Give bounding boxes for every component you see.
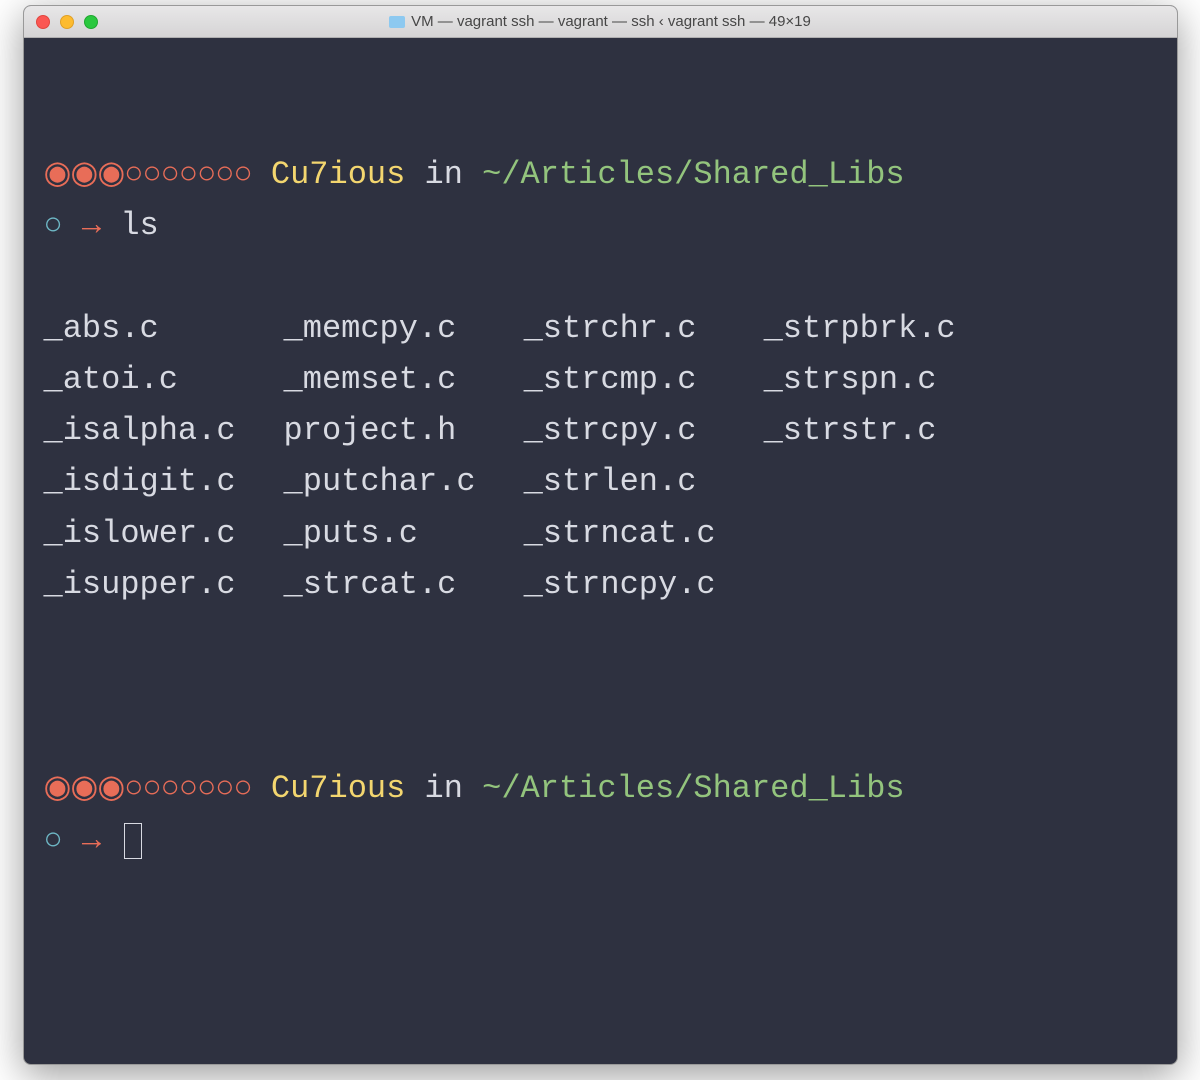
prompt-in: in [425, 156, 463, 193]
minimize-button[interactable] [60, 15, 74, 29]
maximize-button[interactable] [84, 15, 98, 29]
prompt-path: ~/Articles/Shared_Libs [482, 156, 904, 193]
list-item: _strpbrk.c [764, 303, 956, 354]
list-item: _isupper.c [44, 559, 236, 610]
window-title: VM — vagrant ssh — vagrant — ssh ‹ vagra… [24, 13, 1177, 30]
list-item: _strcat.c [284, 559, 476, 610]
list-item: _puts.c [284, 508, 476, 559]
list-item: _islower.c [44, 508, 236, 559]
list-item: _strspn.c [764, 354, 956, 405]
close-button[interactable] [36, 15, 50, 29]
list-item [764, 559, 956, 610]
folder-icon [389, 16, 405, 28]
list-item: _strncpy.c [524, 559, 716, 610]
list-item: _abs.c [44, 303, 236, 354]
prompt-line-1: ◉◉◉○○○○○○○ Cu7ious in ~/Articles/Shared_… [44, 149, 1157, 251]
window-title-text: VM — vagrant ssh — vagrant — ssh ‹ vagra… [411, 13, 811, 30]
prompt-bullets: ◉◉◉○○○○○○○ [44, 149, 252, 200]
blank-line [44, 661, 1157, 712]
prompt-user: Cu7ious [271, 770, 405, 807]
list-item: _memcpy.c [284, 303, 476, 354]
list-item: _memset.c [284, 354, 476, 405]
list-item: _strncat.c [524, 508, 716, 559]
list-item: project.h [284, 405, 476, 456]
prompt-path: ~/Articles/Shared_Libs [482, 770, 904, 807]
prompt-status-icon: ○ [44, 207, 63, 244]
list-item: _strcpy.c [524, 405, 716, 456]
prompt-user: Cu7ious [271, 156, 405, 193]
list-item [764, 508, 956, 559]
list-item: _atoi.c [44, 354, 236, 405]
terminal-window: VM — vagrant ssh — vagrant — ssh ‹ vagra… [23, 5, 1178, 1065]
prompt-arrow-icon: → [82, 207, 101, 244]
prompt-arrow-icon: → [82, 822, 101, 859]
traffic-lights [36, 15, 98, 29]
list-item: _strlen.c [524, 456, 716, 507]
list-item: _putchar.c [284, 456, 476, 507]
list-item: _isdigit.c [44, 456, 236, 507]
list-item: _strstr.c [764, 405, 956, 456]
prompt-line-2: ◉◉◉○○○○○○○ Cu7ious in ~/Articles/Shared_… [44, 763, 1157, 865]
prompt-bullets: ◉◉◉○○○○○○○ [44, 763, 252, 814]
list-item: _strchr.c [524, 303, 716, 354]
terminal-content[interactable]: ◉◉◉○○○○○○○ Cu7ious in ~/Articles/Shared_… [24, 38, 1177, 988]
prompt-status-icon: ○ [44, 822, 63, 859]
list-item: _strcmp.c [524, 354, 716, 405]
command-input: ls [120, 207, 158, 244]
list-item [764, 456, 956, 507]
titlebar[interactable]: VM — vagrant ssh — vagrant — ssh ‹ vagra… [24, 6, 1177, 38]
prompt-in: in [425, 770, 463, 807]
cursor [124, 823, 142, 859]
list-item: _isalpha.c [44, 405, 236, 456]
ls-output: _abs.c _memcpy.c _strchr.c _strpbrk.c _atoi.… [44, 303, 1157, 610]
